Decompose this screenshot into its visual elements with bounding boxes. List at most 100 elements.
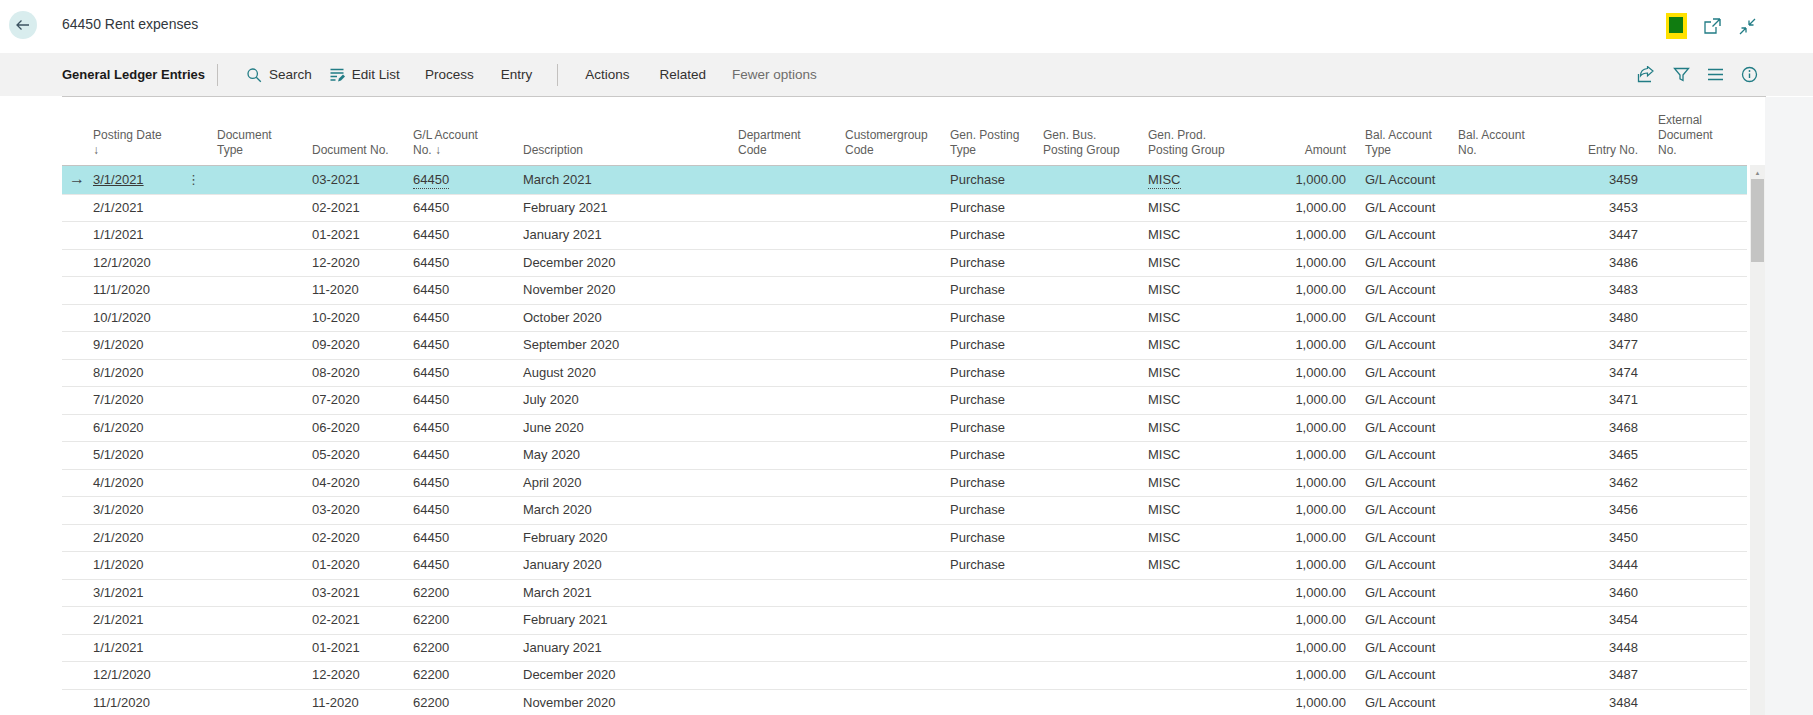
cell-document_no[interactable]: 12-2020: [309, 249, 410, 277]
cell-gen_posting_type[interactable]: Purchase: [947, 166, 1040, 195]
cell-document_no[interactable]: 11-2020: [309, 689, 410, 715]
cell-document_type[interactable]: [214, 166, 309, 195]
cell-description[interactable]: December 2020: [520, 662, 735, 690]
cell-gl_account_no[interactable]: 64450: [410, 222, 520, 250]
entry-menu[interactable]: Entry: [501, 67, 533, 82]
cell-gl_account_no[interactable]: 64450: [410, 552, 520, 580]
cell-gen_posting_type[interactable]: Purchase: [947, 469, 1040, 497]
cell-department_code[interactable]: [735, 579, 842, 607]
cell-posting_date[interactable]: 3/1/2021: [90, 579, 214, 607]
cell-gen_bus_posting_group[interactable]: [1040, 469, 1145, 497]
cell-gen_bus_posting_group[interactable]: [1040, 194, 1145, 222]
cell-customergroup_code[interactable]: [842, 634, 947, 662]
cell-document_type[interactable]: [214, 332, 309, 360]
cell-department_code[interactable]: [735, 689, 842, 715]
cell-entry_no[interactable]: 3480: [1530, 304, 1642, 332]
cell-department_code[interactable]: [735, 524, 842, 552]
cell-bal_account_type[interactable]: G/L Account: [1362, 166, 1455, 195]
cell-entry_no[interactable]: 3456: [1530, 497, 1642, 525]
column-header-gl_account_no[interactable]: G/L AccountNo. ↓: [410, 97, 520, 166]
cell-gen_posting_type[interactable]: Purchase: [947, 359, 1040, 387]
share-icon[interactable]: [1637, 66, 1656, 83]
cell-bal_account_type[interactable]: G/L Account: [1362, 222, 1455, 250]
cell-customergroup_code[interactable]: [842, 579, 947, 607]
cell-posting_date[interactable]: 8/1/2020: [90, 359, 214, 387]
cell-gen_posting_type[interactable]: Purchase: [947, 249, 1040, 277]
cell-gen_prod_posting_group[interactable]: [1145, 607, 1254, 635]
column-header-entry_no[interactable]: Entry No.: [1530, 97, 1642, 166]
cell-gen_posting_type[interactable]: Purchase: [947, 497, 1040, 525]
cell-gl_account_no[interactable]: 62200: [410, 579, 520, 607]
cell-entry_no[interactable]: 3484: [1530, 689, 1642, 715]
cell-document_no[interactable]: 08-2020: [309, 359, 410, 387]
cell-gen_prod_posting_group[interactable]: [1145, 689, 1254, 715]
cell-document_no[interactable]: 02-2021: [309, 607, 410, 635]
cell-gen_prod_posting_group[interactable]: [1145, 634, 1254, 662]
cell-department_code[interactable]: [735, 662, 842, 690]
cell-gen_bus_posting_group[interactable]: [1040, 414, 1145, 442]
cell-posting_date[interactable]: 7/1/2020: [90, 387, 214, 415]
cell-bal_account_type[interactable]: G/L Account: [1362, 607, 1455, 635]
cell-description[interactable]: March 2020: [520, 497, 735, 525]
cell-posting_date[interactable]: 1/1/2021: [90, 634, 214, 662]
column-header-document_no[interactable]: Document No.: [309, 97, 410, 166]
cell-gl_account_no[interactable]: 64450: [410, 277, 520, 305]
cell-document_type[interactable]: [214, 552, 309, 580]
column-header-gen_prod_posting_group[interactable]: Gen. Prod.Posting Group: [1145, 97, 1254, 166]
cell-amount[interactable]: 1,000.00: [1254, 277, 1350, 305]
cell-department_code[interactable]: [735, 387, 842, 415]
cell-entry_no[interactable]: 3486: [1530, 249, 1642, 277]
scrollbar-thumb[interactable]: [1751, 179, 1764, 262]
cell-department_code[interactable]: [735, 497, 842, 525]
cell-document_type[interactable]: [214, 304, 309, 332]
cell-customergroup_code[interactable]: [842, 607, 947, 635]
scrollbar-up-arrow[interactable]: ▲: [1750, 169, 1765, 177]
cell-customergroup_code[interactable]: [842, 387, 947, 415]
cell-amount[interactable]: 1,000.00: [1254, 524, 1350, 552]
column-header-gen_bus_posting_group[interactable]: Gen. Bus.Posting Group: [1040, 97, 1145, 166]
cell-amount[interactable]: 1,000.00: [1254, 497, 1350, 525]
cell-customergroup_code[interactable]: [842, 277, 947, 305]
row-menu-icon[interactable]: ⋮: [187, 167, 200, 194]
cell-description[interactable]: January 2021: [520, 634, 735, 662]
cell-bal_account_type[interactable]: G/L Account: [1362, 387, 1455, 415]
cell-document_no[interactable]: 02-2021: [309, 194, 410, 222]
cell-gen_posting_type[interactable]: Purchase: [947, 194, 1040, 222]
cell-document_type[interactable]: [214, 524, 309, 552]
cell-description[interactable]: January 2021: [520, 222, 735, 250]
cell-posting_date[interactable]: 3/1/2021 ⋮: [90, 166, 214, 195]
cell-document_type[interactable]: [214, 387, 309, 415]
cell-department_code[interactable]: [735, 414, 842, 442]
cell-department_code[interactable]: [735, 249, 842, 277]
cell-gen_prod_posting_group[interactable]: MISC: [1145, 469, 1254, 497]
cell-gen_bus_posting_group[interactable]: [1040, 249, 1145, 277]
cell-bal_account_no[interactable]: [1455, 359, 1530, 387]
column-header-external_document_no[interactable]: ExternalDocumentNo.: [1642, 97, 1747, 166]
cell-department_code[interactable]: [735, 469, 842, 497]
cell-posting_date[interactable]: 11/1/2020: [90, 277, 214, 305]
cell-gen_bus_posting_group[interactable]: [1040, 524, 1145, 552]
cell-gen_bus_posting_group[interactable]: [1040, 607, 1145, 635]
cell-amount[interactable]: 1,000.00: [1254, 634, 1350, 662]
posting-date-link[interactable]: 3/1/2021: [93, 172, 144, 187]
cell-posting_date[interactable]: 4/1/2020: [90, 469, 214, 497]
cell-customergroup_code[interactable]: [842, 552, 947, 580]
cell-entry_no[interactable]: 3444: [1530, 552, 1642, 580]
cell-gen_bus_posting_group[interactable]: [1040, 166, 1145, 195]
cell-department_code[interactable]: [735, 442, 842, 470]
cell-posting_date[interactable]: 2/1/2021: [90, 607, 214, 635]
cell-gen_prod_posting_group[interactable]: MISC: [1145, 524, 1254, 552]
cell-gen_posting_type[interactable]: Purchase: [947, 222, 1040, 250]
cell-posting_date[interactable]: 2/1/2020: [90, 524, 214, 552]
column-header-bal_account_no[interactable]: Bal. AccountNo.: [1455, 97, 1530, 166]
cell-gen_bus_posting_group[interactable]: [1040, 277, 1145, 305]
cell-entry_no[interactable]: 3487: [1530, 662, 1642, 690]
cell-external_document_no[interactable]: [1642, 222, 1747, 250]
cell-bal_account_no[interactable]: [1455, 524, 1530, 552]
cell-entry_no[interactable]: 3447: [1530, 222, 1642, 250]
cell-bal_account_no[interactable]: [1455, 387, 1530, 415]
cell-entry_no[interactable]: 3460: [1530, 579, 1642, 607]
cell-gen_bus_posting_group[interactable]: [1040, 634, 1145, 662]
cell-gen_posting_type[interactable]: [947, 607, 1040, 635]
cell-posting_date[interactable]: 5/1/2020: [90, 442, 214, 470]
